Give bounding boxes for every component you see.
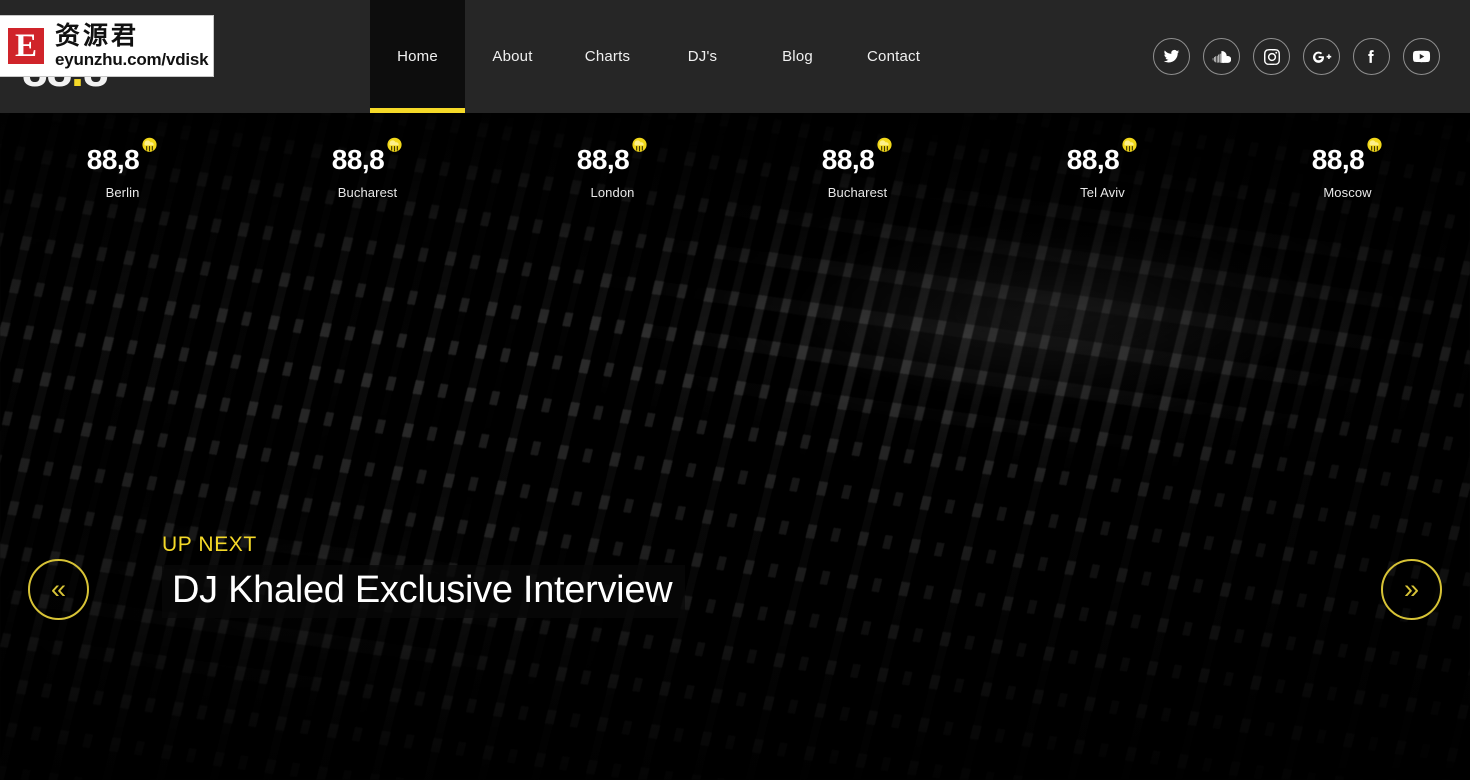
rain-icon: [142, 137, 157, 152]
facebook-icon[interactable]: [1353, 38, 1390, 75]
nav-item-blog[interactable]: Blog: [750, 0, 845, 113]
station-item-tel-aviv[interactable]: 88,8 Tel Aviv: [980, 113, 1225, 223]
watermark-overlay: E 资源君 eyunzhu.com/vdisk: [0, 15, 214, 77]
rain-icon: [387, 137, 402, 152]
instagram-icon[interactable]: [1253, 38, 1290, 75]
nav-label: Blog: [782, 48, 813, 65]
station-city: London: [590, 185, 635, 200]
station-city: Tel Aviv: [1080, 185, 1125, 200]
station-frequency: 88,8: [821, 144, 875, 175]
watermark-badge-letter: E: [5, 25, 47, 67]
nav-label: DJ's: [687, 48, 718, 65]
watermark-chinese-text: 资源君: [55, 21, 140, 51]
station-item-moscow[interactable]: 88,8 Moscow: [1225, 113, 1470, 223]
station-frequency: 88,8: [1066, 144, 1120, 175]
rain-icon: [877, 137, 892, 152]
social-links: [1153, 0, 1470, 113]
carousel-prev-button[interactable]: «: [28, 559, 89, 620]
rain-icon: [632, 137, 647, 152]
hero-banner: 88,8 Berlin 88,8 Bucharest 88,8 London 8…: [0, 113, 1470, 780]
station-frequency: 88,8: [86, 144, 140, 175]
soundcloud-icon[interactable]: [1203, 38, 1240, 75]
station-item-bucharest-1[interactable]: 88,8 Bucharest: [245, 113, 490, 223]
carousel-next-button[interactable]: »: [1381, 559, 1442, 620]
station-city: Bucharest: [337, 185, 398, 200]
nav-label: About: [492, 48, 533, 65]
station-frequency: 88,8: [331, 144, 385, 175]
site-header: 88.8 E 资源君 eyunzhu.com/vdisk Home About …: [0, 0, 1470, 113]
nav-label: Contact: [867, 48, 921, 65]
station-item-berlin[interactable]: 88,8 Berlin: [0, 113, 245, 223]
station-city: Bucharest: [827, 185, 888, 200]
nav-item-about[interactable]: About: [465, 0, 560, 113]
hero-title: DJ Khaled Exclusive Interview: [162, 565, 686, 619]
rain-icon: [1122, 137, 1137, 152]
logo[interactable]: 88.8 E 资源君 eyunzhu.com/vdisk: [0, 0, 370, 113]
station-item-london[interactable]: 88,8 London: [490, 113, 735, 223]
youtube-icon[interactable]: [1403, 38, 1440, 75]
nav-label: Charts: [584, 48, 631, 65]
station-frequency: 88,8: [1311, 144, 1365, 175]
twitter-icon[interactable]: [1153, 38, 1190, 75]
nav-label: Home: [397, 48, 438, 65]
rain-icon: [1367, 137, 1382, 152]
hero-caption: UP NEXT DJ Khaled Exclusive Interview: [162, 533, 686, 619]
station-city: Moscow: [1323, 185, 1372, 200]
watermark-url: eyunzhu.com/vdisk: [55, 49, 209, 69]
station-item-bucharest-2[interactable]: 88,8 Bucharest: [735, 113, 980, 223]
station-frequency-ticker: 88,8 Berlin 88,8 Bucharest 88,8 London 8…: [0, 113, 1470, 223]
googleplus-icon[interactable]: [1303, 38, 1340, 75]
station-city: Berlin: [105, 185, 140, 200]
hero-eyebrow: UP NEXT: [162, 533, 257, 556]
nav-item-djs[interactable]: DJ's: [655, 0, 750, 113]
nav-item-contact[interactable]: Contact: [845, 0, 942, 113]
nav-item-home[interactable]: Home: [370, 0, 465, 113]
nav-item-charts[interactable]: Charts: [560, 0, 655, 113]
station-frequency: 88,8: [576, 144, 630, 175]
main-navigation: Home About Charts DJ's Blog Contact: [370, 0, 942, 113]
